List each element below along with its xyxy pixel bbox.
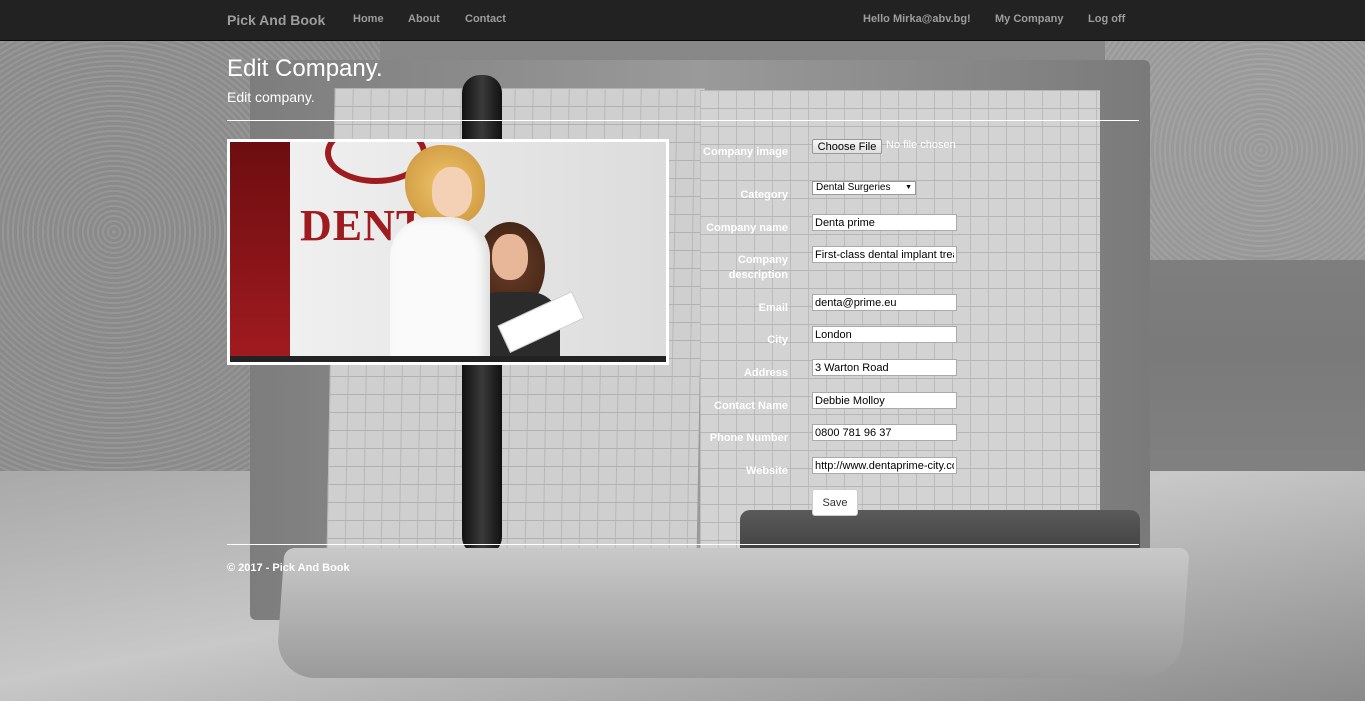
page-subtitle: Edit company. bbox=[227, 89, 315, 105]
address-label: Address bbox=[743, 367, 788, 379]
category-selected-value: Dental Surgeries bbox=[816, 182, 891, 193]
page-title: Edit Company. bbox=[227, 55, 383, 82]
company-name-input[interactable] bbox=[812, 214, 957, 231]
city-input[interactable] bbox=[812, 326, 957, 343]
footer-divider bbox=[227, 544, 1139, 545]
website-input[interactable] bbox=[812, 457, 957, 474]
website-label: Website bbox=[746, 465, 788, 477]
company-description-input[interactable] bbox=[812, 246, 957, 263]
brand-link[interactable]: Pick And Book bbox=[227, 12, 325, 28]
category-select[interactable]: Dental Surgeries ▼ bbox=[812, 181, 916, 195]
city-label: City bbox=[767, 334, 788, 346]
user-greeting-link[interactable]: Hello Mirka@abv.bg! bbox=[863, 13, 971, 25]
choose-file-button[interactable]: Choose File bbox=[812, 139, 882, 154]
category-label: Category bbox=[740, 189, 788, 201]
company-name-label: Company name bbox=[706, 222, 788, 234]
company-description-label: Company description bbox=[728, 254, 788, 281]
divider bbox=[227, 120, 1139, 121]
contact-name-input[interactable] bbox=[812, 392, 957, 409]
phone-number-input[interactable] bbox=[812, 424, 957, 441]
company-image-label: Company image bbox=[703, 146, 788, 158]
footer-copyright: © 2017 - Pick And Book bbox=[227, 562, 350, 574]
nav-about-link[interactable]: About bbox=[408, 13, 440, 25]
phone-number-label: Phone Number bbox=[709, 432, 788, 444]
dropdown-arrow-icon: ▼ bbox=[905, 184, 912, 191]
logoff-link[interactable]: Log off bbox=[1088, 13, 1125, 25]
email-label: Email bbox=[758, 302, 788, 314]
email-input[interactable] bbox=[812, 294, 957, 311]
nav-home-link[interactable]: Home bbox=[353, 13, 384, 25]
nav-contact-link[interactable]: Contact bbox=[465, 13, 506, 25]
save-button[interactable]: Save bbox=[812, 489, 858, 516]
navbar: Pick And Book Home About Contact Hello M… bbox=[0, 0, 1365, 41]
file-status-text: No file chosen bbox=[886, 139, 956, 151]
company-image: DENTA bbox=[227, 139, 669, 365]
main-content: Edit Company. Edit company. DENTA Compan… bbox=[0, 0, 1365, 701]
address-input[interactable] bbox=[812, 359, 957, 376]
contact-name-label: Contact Name bbox=[714, 400, 788, 412]
my-company-link[interactable]: My Company bbox=[995, 13, 1063, 25]
